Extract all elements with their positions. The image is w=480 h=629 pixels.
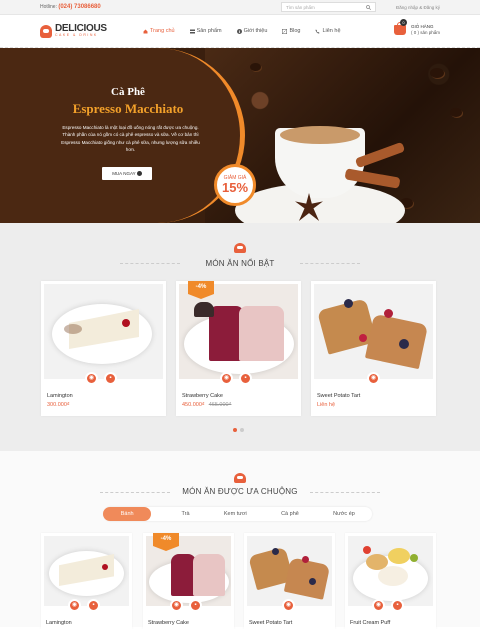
main-header: DELICIOUS CAKE & DRINK Trang chủ Sản phẩ…: [0, 15, 480, 48]
product-image[interactable]: [44, 536, 129, 606]
cart-add-icon[interactable]: ▪: [239, 372, 252, 385]
product-name[interactable]: Sweet Potato Tart: [249, 620, 292, 626]
product-card[interactable]: ◉ Sweet Potato Tart: [244, 533, 335, 629]
hotline: Hotline: (024) 73086680: [40, 4, 101, 10]
cart-add-icon[interactable]: ▪: [104, 372, 117, 385]
product-name[interactable]: Strawberry Cake: [182, 393, 223, 399]
main-nav: Trang chủ Sản phẩm Giới thiệu Blog Liên …: [143, 28, 341, 34]
cart-add-icon[interactable]: ▪: [391, 599, 404, 612]
grid-icon: [189, 29, 195, 33]
product-name[interactable]: Strawberry Cake: [148, 620, 189, 626]
cart-subtitle: ( 0 ) sản phẩm: [410, 30, 440, 36]
nav-item-home[interactable]: Trang chủ: [143, 28, 175, 34]
carousel-dot[interactable]: [240, 428, 244, 432]
view-icon[interactable]: ◉: [220, 372, 233, 385]
cart-add-icon[interactable]: ▪: [189, 599, 202, 612]
top-bar: Hotline: (024) 73086680 Tìm sản phẩm Đăn…: [0, 0, 480, 15]
featured-title: MÓN ĂN NỔI BẬT: [205, 259, 275, 268]
hero-subtitle: Espresso Macchiato: [72, 101, 184, 116]
nav-item-blog[interactable]: Blog: [282, 28, 300, 34]
tab-tea[interactable]: Trà: [177, 511, 193, 517]
view-icon[interactable]: ◉: [170, 599, 183, 612]
popular-title: MÓN ĂN ĐƯỢC ƯA CHUỘNG: [182, 487, 298, 496]
cart[interactable]: 0 GIỎ HÀNG ( 0 ) sản phẩm: [393, 19, 440, 37]
product-card[interactable]: ◉ ▪ Lamington: [41, 533, 132, 629]
product-price: Liên hệ: [317, 402, 336, 408]
logo[interactable]: DELICIOUS CAKE & DRINK: [40, 24, 140, 38]
cupcake-icon: [234, 243, 246, 253]
view-icon[interactable]: ◉: [85, 372, 98, 385]
discount-value: 15%: [221, 180, 249, 195]
product-card[interactable]: -4% ◉ ▪ Strawberry Cake: [143, 533, 234, 629]
search-icon[interactable]: [366, 4, 371, 10]
phone-icon: [315, 29, 320, 33]
tab-ice-cream[interactable]: Kem tươi: [220, 511, 251, 517]
discount-badge: GIẢM GIÁ 15%: [214, 164, 256, 206]
carousel-dots: [233, 428, 244, 432]
logo-tagline: CAKE & DRINK: [55, 33, 98, 38]
view-icon[interactable]: ◉: [372, 599, 385, 612]
hotline-label: Hotline:: [40, 4, 57, 10]
old-price: 465.000₫: [208, 402, 232, 408]
buy-now-button[interactable]: MUA NGAY: [102, 167, 152, 180]
hotline-number[interactable]: (024) 73086680: [58, 4, 100, 10]
tab-juice[interactable]: Nước ép: [329, 511, 359, 517]
product-image[interactable]: [348, 536, 433, 606]
hero-description: Espresso Macchiato là một loại đồ uống n…: [61, 125, 200, 153]
product-card[interactable]: ◉ ▪ Fruit Cream Puff: [345, 533, 436, 629]
product-image[interactable]: [314, 284, 433, 379]
tab-coffee[interactable]: Cà phê: [277, 511, 303, 517]
product-card[interactable]: ◉ Sweet Potato Tart Liên hệ: [311, 281, 436, 416]
cart-title: GIỎ HÀNG: [410, 24, 434, 29]
hero-title: Cà Phê: [111, 86, 145, 98]
cupcake-logo-icon: [40, 24, 52, 38]
nav-item-about[interactable]: Giới thiệu: [236, 28, 267, 34]
arrow-right-icon: [136, 171, 142, 177]
search-input[interactable]: Tìm sản phẩm: [280, 2, 376, 12]
shopping-bag-icon: 0: [393, 19, 407, 36]
product-name[interactable]: Fruit Cream Puff: [350, 620, 390, 626]
cart-count-badge: 0: [399, 19, 407, 27]
discount-ribbon: -4%: [188, 281, 214, 299]
product-image[interactable]: [247, 536, 332, 606]
nav-item-products[interactable]: Sản phẩm: [189, 28, 222, 34]
cupcake-icon: [234, 473, 246, 483]
discount-ribbon: -4%: [153, 533, 179, 551]
view-icon[interactable]: ◉: [68, 599, 81, 612]
info-icon: [236, 28, 242, 34]
product-price: 300.000₫: [47, 402, 70, 408]
search-placeholder: Tìm sản phẩm: [285, 4, 315, 10]
product-image[interactable]: [44, 284, 163, 379]
product-price: 450.000₫ 465.000₫: [182, 402, 232, 408]
tab-cakes[interactable]: Bánh: [103, 507, 152, 521]
product-name[interactable]: Lamington: [47, 393, 73, 399]
product-card[interactable]: -4% ◉ ▪ Strawberry Cake 450.000₫ 465.000₫: [176, 281, 301, 416]
hero-banner: Cà Phê Espresso Macchiato Espresso Macch…: [0, 48, 480, 223]
nav-item-contact[interactable]: Liên hệ: [315, 28, 341, 34]
auth-link[interactable]: Đăng nhập & Đăng ký: [396, 5, 440, 10]
product-card[interactable]: ◉ ▪ Lamington 300.000₫: [41, 281, 166, 416]
home-icon: [143, 29, 148, 33]
product-name[interactable]: Sweet Potato Tart: [317, 393, 360, 399]
top-search-area: Tìm sản phẩm Đăng nhập & Đăng ký: [280, 2, 440, 12]
edit-icon: [282, 28, 288, 34]
view-icon[interactable]: ◉: [367, 372, 380, 385]
cart-add-icon[interactable]: ▪: [87, 599, 100, 612]
view-icon[interactable]: ◉: [282, 599, 295, 612]
category-tabs: Bánh Trà Kem tươi Cà phê Nước ép: [103, 507, 372, 521]
popular-section: MÓN ĂN ĐƯỢC ƯA CHUỘNG Bánh Trà Kem tươi …: [0, 451, 480, 629]
carousel-dot[interactable]: [233, 428, 237, 432]
product-name[interactable]: Lamington: [46, 620, 72, 626]
featured-section: MÓN ĂN NỔI BẬT ◉ ▪ Lamington 300.000₫ -4…: [0, 223, 480, 451]
